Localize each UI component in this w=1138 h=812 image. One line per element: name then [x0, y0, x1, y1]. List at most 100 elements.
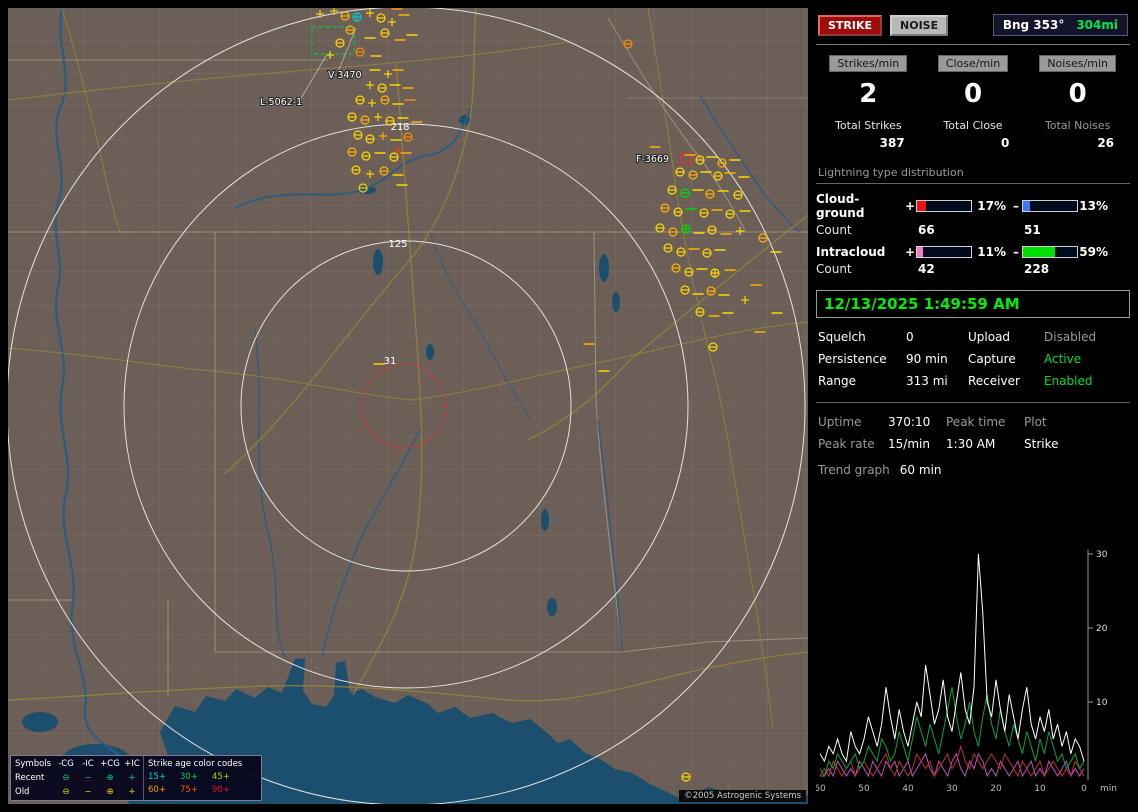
cg-positive-count: 66	[916, 223, 972, 237]
strike-symbol-cp	[353, 13, 361, 21]
trend-graph-canvas: 1020306050403020100min	[816, 548, 1130, 800]
status-panel: STRIKE NOISE Bng 353° 304mi Strikes/min …	[816, 8, 1130, 804]
old-pos-ic-icon: +	[121, 786, 143, 800]
peak-time-value: 1:30 AM	[946, 437, 1024, 451]
trend-series-strikes	[820, 554, 1084, 761]
uptime-value: 370:10	[888, 415, 946, 429]
panel-header: STRIKE NOISE Bng 353° 304mi	[816, 8, 1130, 45]
ic-negative-pct: 59%	[1078, 245, 1112, 259]
settings-grid: Squelch 0 Upload Disabled Persistence 90…	[816, 326, 1130, 403]
x-tick-label: 50	[858, 784, 870, 794]
trend-graph-window: 60 min	[900, 463, 942, 477]
cg-negative-pct: 13%	[1078, 199, 1112, 213]
old-pos-cg-icon: ⊕	[99, 786, 121, 800]
trend-graph-row: Trend graph 60 min	[816, 453, 1130, 481]
legend-age-codes: Strike age color codes 15+ 30+ 45+ 60+ 7…	[143, 756, 261, 800]
age-90: 90+	[212, 784, 244, 797]
old-neg-ic-icon: −	[77, 786, 99, 800]
copyright-notice: ©2005 Astrogenic Systems	[679, 790, 806, 802]
ic-negative-bar	[1022, 246, 1078, 258]
y-tick-label: 30	[1096, 550, 1108, 560]
legend-symbols-table: Symbols -CG -IC +CG +IC Recent ⊖ − ⊕ + O…	[11, 756, 143, 800]
legend-col-neg-ic: -IC	[77, 758, 99, 772]
x-tick-label: 40	[902, 784, 914, 794]
close-per-min-value: 0	[964, 80, 982, 109]
range-ring-label: 125	[388, 239, 407, 250]
trend-graph: 1020306050403020100min	[816, 548, 1130, 804]
cell-label: F-3669	[636, 154, 669, 165]
cg-positive-bar	[916, 200, 972, 212]
cg-count-label: Count	[816, 223, 904, 237]
strike-toggle-button[interactable]: STRIKE	[818, 15, 882, 36]
total-strikes-value: 387	[880, 136, 921, 150]
strikes-per-min-column: Strikes/min 2 Total Strikes 387	[816, 55, 921, 150]
upload-status: Disabled	[1044, 330, 1128, 344]
map-canvas: 31125218 V-3470L-5062-1F-3669	[8, 8, 808, 804]
ic-positive-pct: 11%	[972, 245, 1010, 259]
ic-negative-fill	[1023, 247, 1055, 257]
status-grid: Uptime 370:10 Peak time Plot Peak rate 1…	[816, 403, 1130, 453]
persistence-label: Persistence	[818, 352, 906, 366]
bearing-distance: 304mi	[1076, 18, 1118, 32]
strikes-per-min-value: 2	[859, 80, 877, 109]
cg-negative-count: 51	[1022, 223, 1078, 237]
trend-series-intracloud	[820, 754, 1084, 776]
minus-sign: –	[1010, 245, 1022, 259]
x-tick-label: 20	[990, 784, 1002, 794]
legend-symbols-header: Symbols	[15, 758, 55, 772]
persistence-value: 90 min	[906, 352, 968, 366]
strike-symbol-cp	[682, 225, 690, 233]
strikes-per-min-chip: Strikes/min	[829, 55, 907, 72]
legend-col-neg-cg: -CG	[55, 758, 77, 772]
cg-positive-pct: 17%	[972, 199, 1010, 213]
total-strikes-label: Total Strikes	[835, 119, 902, 132]
receiver-label: Receiver	[968, 374, 1044, 388]
plus-sign: +	[904, 199, 916, 213]
total-close-value: 0	[1001, 136, 1025, 150]
cg-negative-bar	[1022, 200, 1078, 212]
squelch-value: 0	[906, 330, 968, 344]
ic-positive-fill	[917, 247, 923, 257]
recent-pos-cg-icon: ⊕	[99, 772, 121, 786]
close-per-min-column: Close/min 0 Total Close 0	[921, 55, 1026, 150]
lightning-map[interactable]: 31125218 V-3470L-5062-1F-3669 Symbols -C…	[8, 8, 808, 804]
total-close-label: Total Close	[943, 119, 1002, 132]
cloud-ground-label: Cloud-ground	[816, 192, 904, 220]
rates-section: Strikes/min 2 Total Strikes 387 Close/mi…	[816, 45, 1130, 154]
noises-per-min-value: 0	[1069, 80, 1087, 109]
x-axis-unit: min	[1100, 784, 1117, 794]
noises-per-min-chip: Noises/min	[1039, 55, 1116, 72]
plot-label: Plot	[1024, 415, 1128, 429]
minus-sign: –	[1010, 199, 1022, 213]
datetime-display: 12/13/2025 1:49:59 AM	[816, 290, 1130, 318]
legend-old-label: Old	[15, 786, 55, 800]
age-15: 15+	[148, 771, 180, 784]
age-30: 30+	[180, 771, 212, 784]
recent-pos-ic-icon: +	[121, 772, 143, 786]
age-75: 75+	[180, 784, 212, 797]
legend-recent-label: Recent	[15, 772, 55, 786]
recent-neg-ic-icon: −	[77, 772, 99, 786]
cg-negative-fill	[1023, 201, 1030, 211]
x-tick-label: 10	[1034, 784, 1046, 794]
total-noises-label: Total Noises	[1045, 119, 1110, 132]
range-value: 313 mi	[906, 374, 968, 388]
ic-positive-count: 42	[916, 262, 972, 276]
cloud-ground-row: Cloud-ground + 17% – 13% Count 66 51	[816, 192, 1130, 237]
legend-col-pos-ic: +IC	[121, 758, 143, 772]
recent-neg-cg-icon: ⊖	[55, 772, 77, 786]
noises-per-min-column: Noises/min 0 Total Noises 26	[1025, 55, 1130, 150]
ic-negative-count: 228	[1022, 262, 1078, 276]
ic-count-label: Count	[816, 262, 904, 276]
y-tick-label: 10	[1096, 698, 1108, 708]
bearing-value: Bng 353°	[1003, 18, 1065, 32]
upload-label: Upload	[968, 330, 1044, 344]
close-per-min-chip: Close/min	[938, 55, 1008, 72]
lightning-distribution-section: Lightning type distribution Cloud-ground…	[816, 154, 1130, 284]
noise-toggle-button[interactable]: NOISE	[890, 15, 948, 36]
plus-sign: +	[904, 245, 916, 259]
intracloud-label: Intracloud	[816, 245, 904, 259]
peak-rate-value: 15/min	[888, 437, 946, 451]
capture-label: Capture	[968, 352, 1044, 366]
strike-symbol-cp	[711, 269, 719, 277]
